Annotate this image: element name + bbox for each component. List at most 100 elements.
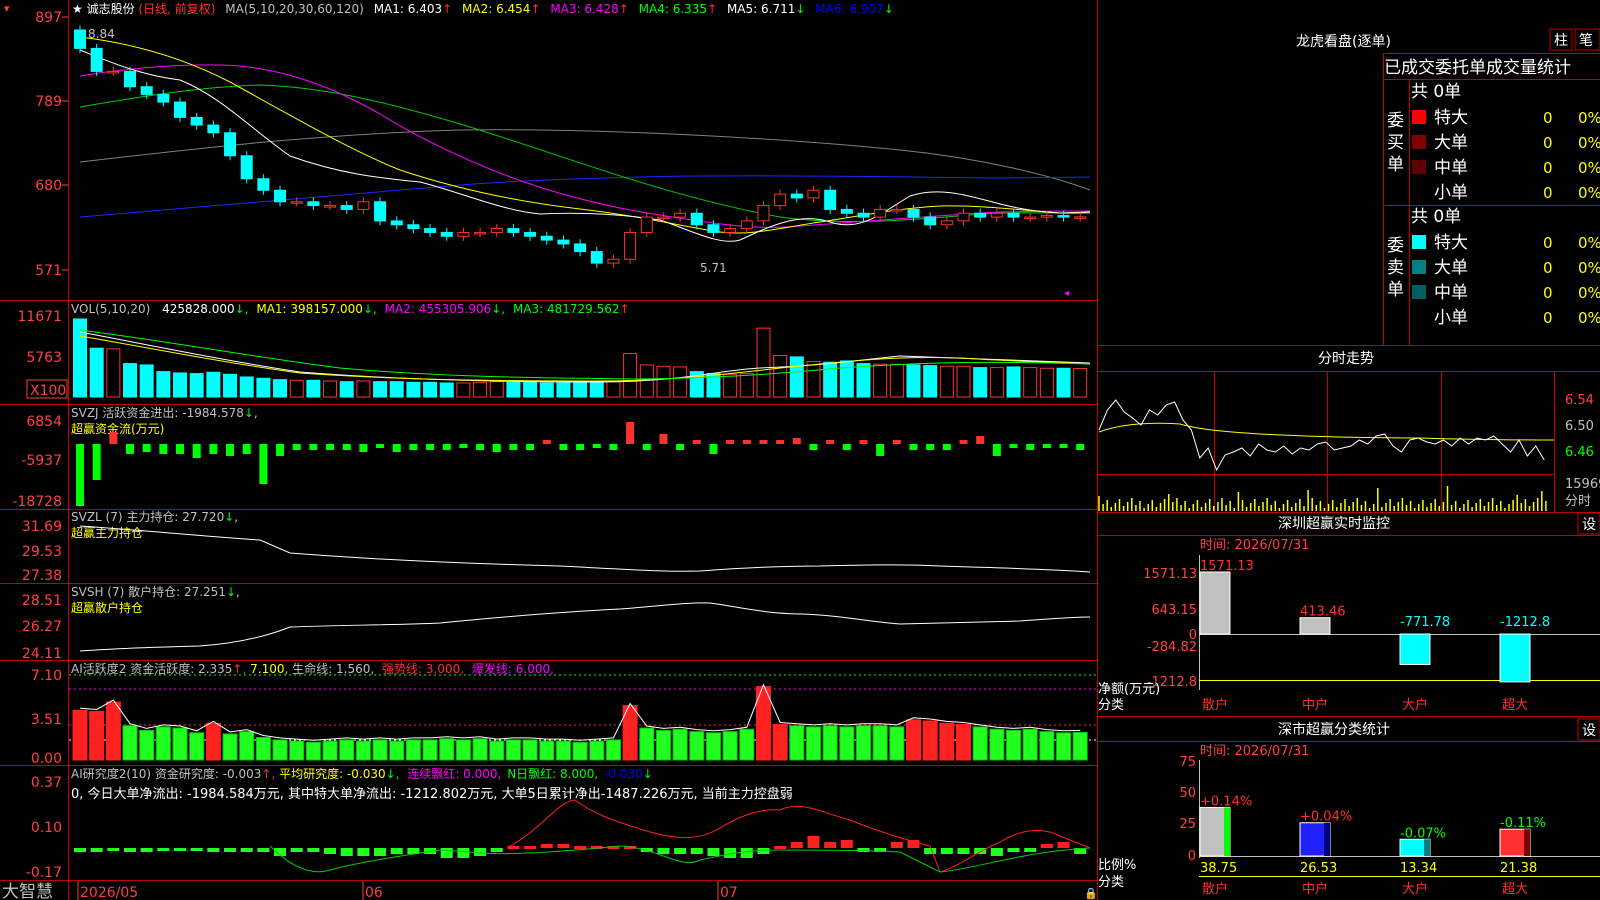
stock-name: 诚志股份 (87, 2, 135, 16)
activity-bar (605, 739, 621, 761)
monitor-bar (1199, 571, 1231, 635)
volume-bar (523, 381, 538, 398)
date-tick: 07 (720, 885, 738, 900)
candle-body (374, 201, 387, 222)
activity-bar (372, 739, 388, 761)
research-red-line (509, 799, 1091, 873)
monitor-settings-label: 设 (1582, 517, 1596, 533)
candle-body (924, 216, 937, 226)
activity-bar (339, 739, 355, 761)
activity-bar (906, 719, 921, 761)
candle-body (724, 228, 737, 233)
lock-icon[interactable]: 🔒 (1084, 887, 1098, 900)
activity-bar (355, 740, 371, 761)
classify-ylabel: 比例% (1098, 858, 1136, 873)
monitor-value: 1571.13 (1200, 559, 1254, 574)
activity-bar (272, 739, 288, 761)
research-bar (540, 844, 553, 848)
svg-text:-0.17: -0.17 (26, 865, 62, 881)
activity-bar (972, 726, 988, 761)
candle-body (807, 189, 820, 199)
classify-xlabel: 分类 (1098, 875, 1124, 890)
order-percent: 0% (1578, 309, 1600, 327)
activity-bar (205, 722, 221, 761)
candlestick-chart[interactable] (74, 25, 1087, 268)
classify-value: 38.75 (1200, 861, 1237, 876)
candle-body (290, 201, 303, 204)
fenshi-avg-line (1098, 422, 1555, 441)
monitor-bar (1499, 633, 1531, 683)
activity-bar (255, 737, 271, 761)
fund-flow-bar (709, 444, 718, 454)
stock-analysis-canvas[interactable]: 897 789 680 571 ★ 诚志股份 (日线, 前复权) MA(5,10… (0, 0, 1600, 900)
research-bar (940, 848, 953, 854)
svg-text:6.50: 6.50 (1565, 419, 1594, 434)
ma2-value: MA2: 6.454 (462, 2, 530, 16)
fund-flow-bar (626, 422, 635, 444)
fund-flow-bar (742, 440, 751, 444)
retail-position-line (79, 602, 1091, 652)
research-bar (257, 848, 270, 852)
research-bar (240, 848, 253, 852)
svg-text:27.38: 27.38 (22, 568, 62, 584)
candle-body (1074, 216, 1087, 219)
candle-body (124, 70, 137, 88)
activity-bar (989, 728, 1005, 761)
fund-flow-bar (509, 444, 518, 450)
svzl-sub: 超赢主力持仓 (71, 525, 143, 540)
fund-flow-bar (276, 444, 285, 456)
candle-body (940, 220, 953, 226)
candle-body (90, 47, 103, 72)
stats-title: 已成交委托单成交量统计 (1384, 58, 1571, 78)
candle-body (674, 212, 687, 218)
volume-bar (923, 365, 938, 398)
research-bar (974, 848, 987, 854)
volume-bar (89, 347, 104, 398)
candle-body (757, 205, 770, 222)
star-icon: ★ (72, 2, 87, 16)
svg-text:50: 50 (1179, 786, 1196, 801)
candle-body (340, 205, 353, 210)
volume-bar (439, 382, 454, 398)
sell-total: 共 0单 (1411, 207, 1461, 227)
candle-body (874, 208, 887, 218)
fund-flow-bar (526, 444, 535, 450)
fund-flow-bar (942, 444, 951, 450)
candle-body (257, 178, 270, 191)
menu-marker-icon[interactable]: ▾ (4, 2, 10, 15)
classify-bar-edge (1524, 829, 1530, 856)
volume-bar (656, 365, 671, 398)
fund-flow-bar (292, 444, 301, 450)
activity-bar (172, 727, 188, 761)
fund-flow-bar (442, 444, 451, 450)
fund-flow-bar (992, 444, 1001, 456)
order-type-label: 小单 (1434, 183, 1468, 203)
fund-flow-bar (609, 444, 618, 450)
research-bar (524, 846, 537, 849)
research-bar (1057, 842, 1070, 848)
order-type-label: 特大 (1434, 233, 1468, 253)
activity-bar (222, 733, 238, 761)
activity-bar (105, 701, 121, 761)
candle-body (957, 212, 970, 222)
volume-bar (873, 363, 888, 398)
svg-text:1571.13: 1571.13 (1143, 567, 1197, 582)
volume-bar (856, 363, 871, 398)
date-axis: 2026/05 06 07 (80, 885, 738, 900)
activity-bar (522, 739, 538, 761)
classify-bar-edge (1224, 807, 1230, 856)
fund-flow-bar (176, 444, 185, 454)
monitor-time: 时间: 2026/07/31 (1200, 538, 1309, 553)
classify-percent: -0.07% (1400, 826, 1446, 841)
candle-body (974, 212, 987, 218)
fund-flow-bar (776, 440, 785, 444)
monitor-category: 超大 (1502, 698, 1528, 713)
volume-bar (373, 381, 388, 398)
order-count: 0 (1543, 134, 1553, 152)
candle-body (857, 212, 870, 218)
activity-bar (1022, 728, 1038, 761)
volume-bar (773, 355, 788, 398)
volume-bar (1056, 367, 1071, 398)
candle-body (507, 228, 520, 233)
candle-body (607, 258, 620, 264)
